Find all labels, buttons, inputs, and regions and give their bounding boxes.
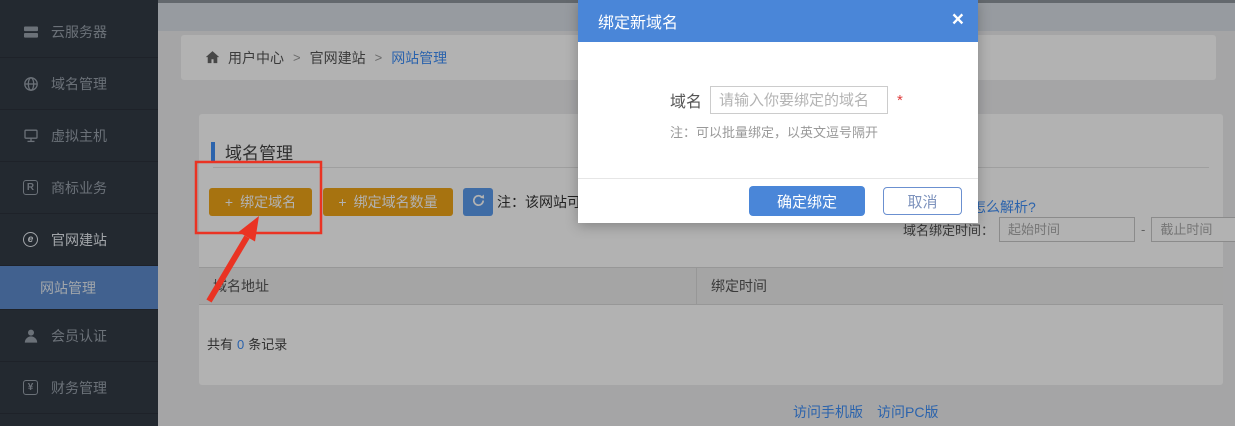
close-icon[interactable]: × bbox=[952, 9, 964, 30]
modal-body: 域名 * 注：可以批量绑定，以英文逗号隔开 bbox=[578, 42, 978, 178]
domain-field-label: 域名 bbox=[670, 88, 702, 112]
modal-title: 绑定新域名 bbox=[598, 9, 678, 33]
cancel-button[interactable]: 取消 bbox=[883, 187, 962, 215]
domain-input[interactable] bbox=[710, 86, 888, 114]
modal-footer: 确定绑定 取消 bbox=[578, 178, 978, 223]
domain-field-row: 域名 * bbox=[670, 86, 903, 114]
confirm-bind-button[interactable]: 确定绑定 bbox=[749, 186, 865, 216]
required-asterisk: * bbox=[897, 92, 903, 109]
batch-bind-note: 注：可以批量绑定，以英文逗号隔开 bbox=[670, 122, 878, 141]
bind-new-domain-modal: 绑定新域名 × 域名 * 注：可以批量绑定，以英文逗号隔开 确定绑定 取消 bbox=[578, 0, 978, 223]
modal-header: 绑定新域名 × bbox=[578, 0, 978, 42]
